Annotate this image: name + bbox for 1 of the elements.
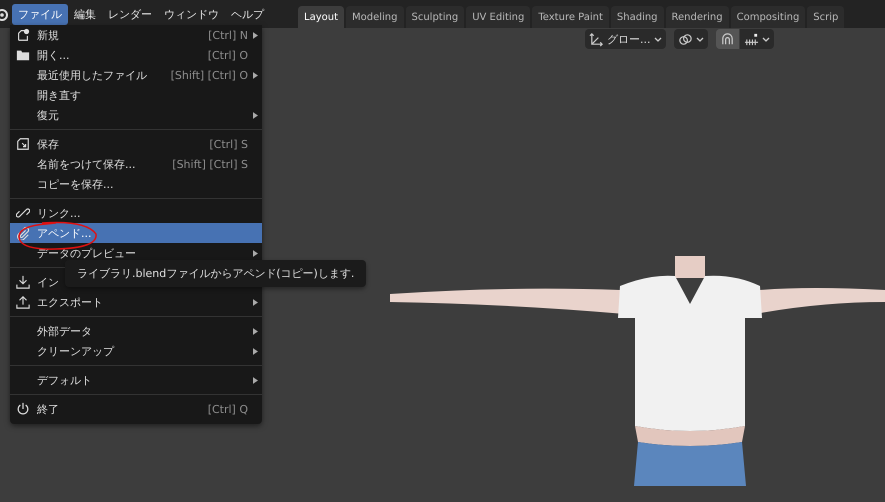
tooltip: ライブラリ.blendファイルからアペンド(コピー)します.	[65, 260, 366, 287]
